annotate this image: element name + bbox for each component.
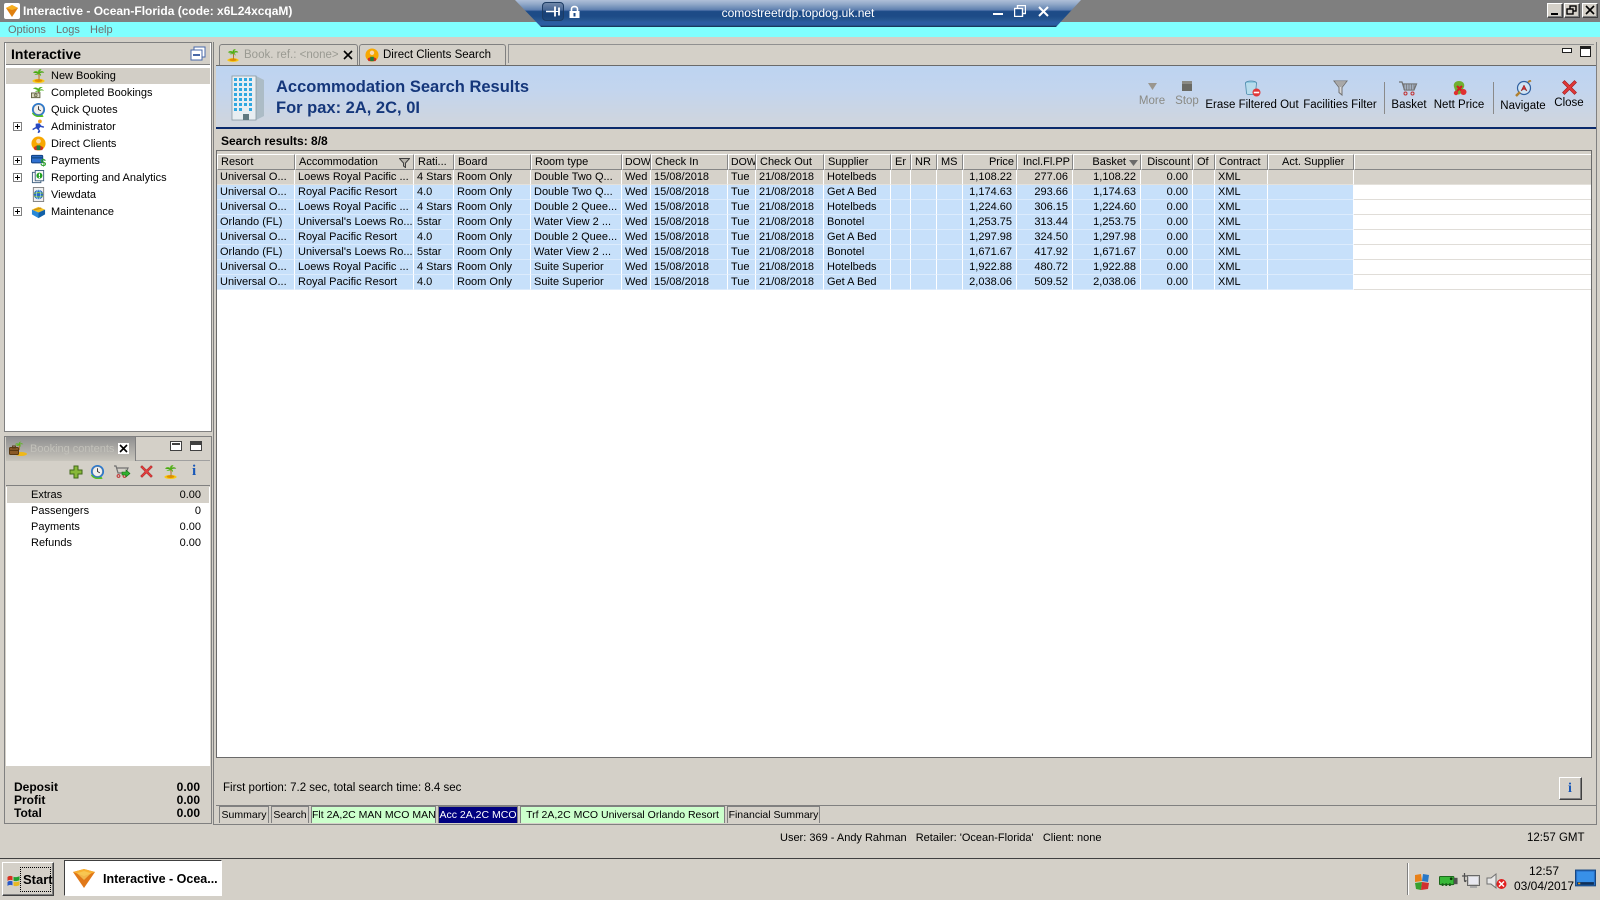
svg-text:$: $ (40, 158, 46, 168)
